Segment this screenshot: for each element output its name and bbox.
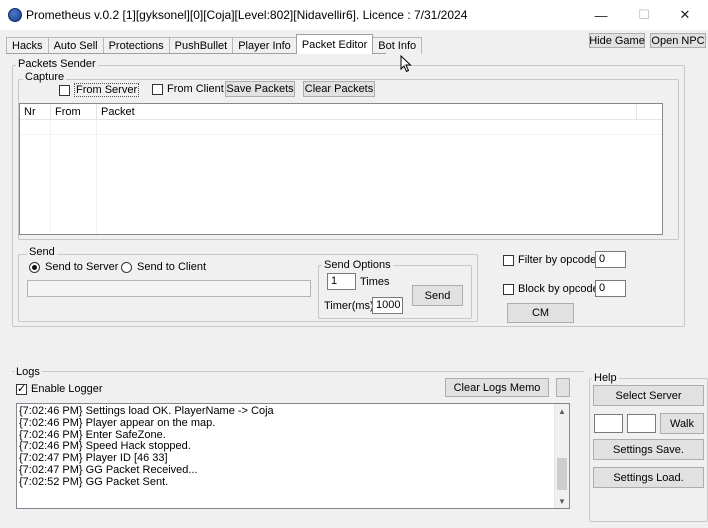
- logs-divider: [12, 371, 584, 372]
- tab-strip: Hacks Auto Sell Protections PushBullet P…: [6, 34, 423, 54]
- hide-game-button[interactable]: Hide Game: [589, 33, 645, 48]
- log-lines: {7:02:46 PM} Settings load OK. PlayerNam…: [19, 405, 274, 489]
- minimize-button[interactable]: —: [578, 0, 624, 30]
- maximize-button: ☐: [638, 7, 650, 22]
- logs-memo[interactable]: {7:02:46 PM} Settings load OK. PlayerNam…: [16, 403, 570, 509]
- send-to-client-option[interactable]: Send to Client: [121, 261, 206, 273]
- tab-hacks[interactable]: Hacks: [6, 37, 49, 54]
- block-opcode-input[interactable]: 0: [595, 280, 626, 297]
- logs-label: Logs: [14, 366, 42, 378]
- settings-load-button[interactable]: Settings Load.: [593, 467, 704, 488]
- from-client-checkbox[interactable]: [152, 83, 163, 95]
- send-to-server-radio[interactable]: [29, 261, 40, 273]
- send-to-server-option[interactable]: Send to Server: [29, 261, 118, 273]
- help-label: Help: [592, 372, 619, 384]
- send-to-server-label: Send to Server: [45, 261, 119, 273]
- packet-input[interactable]: [27, 280, 311, 297]
- scroll-down-icon[interactable]: ▼: [555, 494, 569, 508]
- packets-list-header: Nr From Packet: [20, 104, 662, 120]
- prometheus-icon: [8, 8, 22, 22]
- mouse-cursor-icon: [400, 55, 412, 73]
- filter-opcode-input[interactable]: 0: [595, 251, 626, 268]
- times-label: Times: [360, 276, 390, 288]
- from-client-option[interactable]: From Client: [152, 83, 224, 95]
- close-button[interactable]: ✕: [662, 0, 708, 30]
- log-line: {7:02:47 PM} GG Packet Received...: [19, 463, 198, 476]
- tab-player-info[interactable]: Player Info: [232, 37, 297, 54]
- log-line: {7:02:46 PM} Player appear on the map.: [19, 416, 216, 429]
- column-divider: [96, 120, 97, 234]
- tab-auto-sell[interactable]: Auto Sell: [47, 37, 104, 54]
- from-server-label: From Server: [74, 83, 140, 97]
- timer-input[interactable]: 1000: [372, 297, 403, 314]
- save-packets-button[interactable]: Save Packets: [225, 81, 295, 97]
- block-by-opcode-label: Block by opcode: [518, 283, 599, 295]
- from-server-checkbox[interactable]: [59, 84, 70, 96]
- send-options-label: Send Options: [322, 259, 393, 271]
- filter-by-opcode-checkbox[interactable]: [503, 254, 514, 266]
- filter-by-opcode-option[interactable]: Filter by opcode: [503, 254, 596, 266]
- timer-label: Timer(ms):: [324, 300, 377, 312]
- scroll-up-icon[interactable]: ▲: [555, 404, 569, 418]
- log-line: {7:02:52 PM} GG Packet Sent.: [19, 475, 169, 488]
- packets-list[interactable]: Nr From Packet: [19, 103, 663, 235]
- column-filler: [637, 104, 662, 119]
- times-input[interactable]: 1: [327, 273, 356, 290]
- open-npc-button[interactable]: Open NPC: [650, 33, 706, 48]
- send-label: Send: [27, 246, 57, 258]
- row-divider: [20, 134, 662, 135]
- clear-logs-memo-button[interactable]: Clear Logs Memo: [445, 378, 549, 397]
- from-server-option[interactable]: From Server: [59, 83, 140, 97]
- cm-button[interactable]: CM: [507, 303, 574, 323]
- walk-y-input[interactable]: [627, 414, 656, 433]
- filter-by-opcode-label: Filter by opcode: [518, 254, 597, 266]
- title-bar[interactable]: Prometheus v.0.2 [1][gyksonel][0][Coja][…: [0, 0, 708, 30]
- settings-save-button[interactable]: Settings Save.: [593, 439, 704, 460]
- clear-packets-button[interactable]: Clear Packets: [303, 81, 375, 97]
- column-packet[interactable]: Packet: [97, 104, 637, 119]
- tab-bot-info[interactable]: Bot Info: [372, 37, 423, 54]
- packets-sender-label: Packets Sender: [16, 58, 98, 70]
- tab-packet-editor[interactable]: Packet Editor: [295, 34, 374, 54]
- column-divider: [50, 120, 51, 234]
- tab-pushbullet[interactable]: PushBullet: [168, 37, 234, 54]
- enable-logger-label: Enable Logger: [31, 383, 103, 395]
- send-button[interactable]: Send: [412, 285, 463, 306]
- enable-logger-option[interactable]: Enable Logger: [16, 382, 103, 395]
- enable-logger-checkbox[interactable]: [16, 382, 27, 395]
- send-to-client-label: Send to Client: [137, 261, 207, 273]
- block-by-opcode-checkbox[interactable]: [503, 283, 514, 295]
- walk-x-input[interactable]: [594, 414, 623, 433]
- column-nr[interactable]: Nr: [20, 104, 51, 119]
- from-client-label: From Client: [167, 83, 224, 95]
- send-to-client-radio[interactable]: [121, 261, 132, 273]
- tab-protections[interactable]: Protections: [102, 37, 170, 54]
- logs-scrollbar[interactable]: ▲ ▼: [554, 404, 569, 508]
- logs-extra-button[interactable]: [556, 378, 570, 397]
- walk-button[interactable]: Walk: [660, 413, 704, 434]
- scroll-thumb[interactable]: [557, 458, 567, 490]
- column-from[interactable]: From: [51, 104, 97, 119]
- window-title: Prometheus v.0.2 [1][gyksonel][0][Coja][…: [26, 8, 468, 22]
- block-by-opcode-option[interactable]: Block by opcode: [503, 283, 599, 295]
- select-server-button[interactable]: Select Server: [593, 385, 704, 406]
- capture-label: Capture: [23, 71, 67, 83]
